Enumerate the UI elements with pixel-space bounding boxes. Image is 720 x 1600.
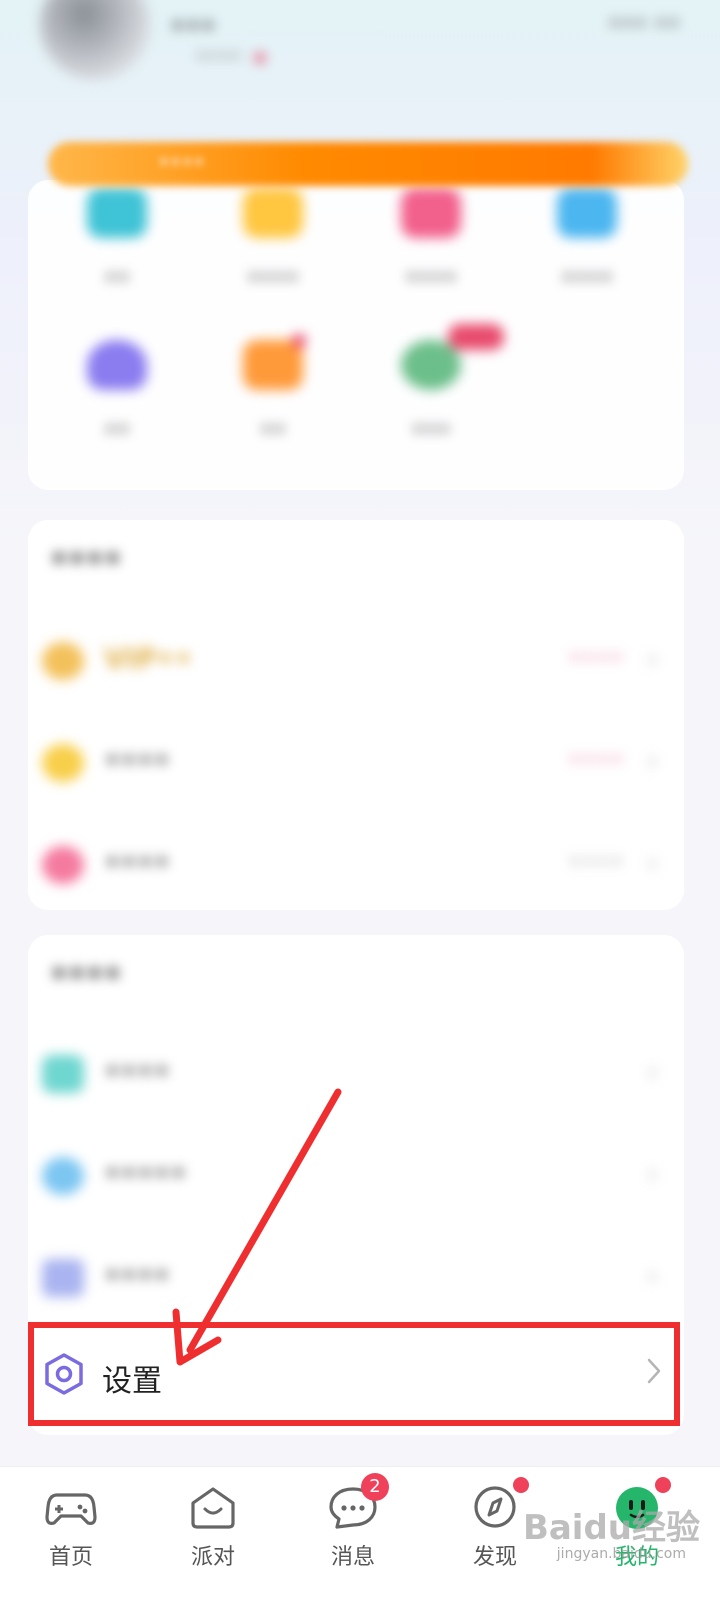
shortcut-icon bbox=[401, 188, 461, 238]
coin-icon bbox=[42, 744, 84, 782]
watermark-url: jingyan.baidu.com bbox=[556, 1546, 686, 1562]
nav-label: 首页 bbox=[48, 1545, 93, 1570]
service-row[interactable]: •••• •••• › bbox=[28, 710, 684, 810]
shortcut-label: •••• bbox=[247, 266, 299, 291]
shortcut-item[interactable]: •• bbox=[42, 340, 192, 443]
notification-dot bbox=[513, 1477, 529, 1493]
sub-info-dot bbox=[254, 53, 265, 63]
shortcut-item[interactable]: •• bbox=[42, 188, 192, 291]
id-card-icon bbox=[42, 1259, 84, 1297]
shortcut-label: •• bbox=[104, 266, 130, 291]
shortcut-icon bbox=[243, 188, 303, 238]
shortcut-item[interactable]: •••• bbox=[356, 188, 506, 291]
row-value: •••• bbox=[567, 746, 624, 774]
shortcut-label: •• bbox=[260, 418, 286, 443]
hot-services-card: •••• VIP•• •••• › •••• •••• › •••• •••• … bbox=[28, 520, 684, 910]
chevron-right-icon: › bbox=[646, 846, 658, 879]
nav-item-party[interactable]: 派对 bbox=[158, 1483, 268, 1571]
message-icon: 2 bbox=[327, 1473, 389, 1531]
feature-row[interactable]: •••• › bbox=[28, 1225, 684, 1325]
row-label: VIP•• bbox=[104, 642, 193, 675]
header-top-right[interactable]: ••• •• bbox=[608, 12, 680, 37]
unread-count-badge: 2 bbox=[361, 1473, 389, 1501]
gamepad-icon bbox=[45, 1483, 97, 1531]
feature-icon bbox=[42, 1055, 84, 1093]
row-label: •••• bbox=[104, 846, 171, 879]
username[interactable]: ••• bbox=[170, 12, 216, 42]
nav-item-home[interactable]: 首页 bbox=[16, 1483, 126, 1571]
chevron-right-icon: › bbox=[646, 1055, 658, 1088]
notification-dot bbox=[655, 1477, 671, 1493]
service-row[interactable]: VIP•• •••• › bbox=[28, 608, 684, 708]
banner-text: •••• bbox=[158, 150, 206, 174]
row-value: •••• bbox=[567, 644, 624, 672]
shortcut-item[interactable]: •••• bbox=[512, 188, 662, 291]
compass-icon bbox=[469, 1477, 529, 1531]
nav-label: 派对 bbox=[190, 1545, 235, 1570]
service-row[interactable]: •••• •••• › bbox=[28, 812, 684, 912]
invite-icon bbox=[42, 846, 84, 884]
notification-dot bbox=[292, 334, 306, 348]
feature-row[interactable]: •••• › bbox=[28, 1021, 684, 1121]
shortcut-icon bbox=[557, 188, 617, 238]
shortcut-item[interactable]: •• bbox=[198, 334, 348, 443]
party-icon bbox=[187, 1483, 239, 1531]
chevron-right-icon: › bbox=[646, 744, 658, 777]
shortcut-icon bbox=[87, 340, 147, 390]
shortcut-card: •• •••• •••• •••• •• •• ••• bbox=[28, 180, 684, 490]
shortcut-label: ••• bbox=[411, 418, 451, 443]
shortcut-icon bbox=[243, 340, 303, 390]
chevron-right-icon: › bbox=[646, 1157, 658, 1190]
shortcut-icon bbox=[87, 188, 147, 238]
row-label: •••• bbox=[104, 1259, 171, 1292]
shortcut-label: •••• bbox=[405, 266, 457, 291]
row-label: ••••• bbox=[104, 1157, 187, 1190]
row-value: •••• bbox=[567, 848, 624, 876]
new-badge bbox=[448, 324, 504, 350]
feature-row[interactable]: ••••• › bbox=[28, 1123, 684, 1223]
profile-sub-info: •••• bbox=[195, 44, 265, 68]
shortcut-item[interactable]: •••• bbox=[198, 188, 348, 291]
nav-label: 消息 bbox=[330, 1545, 375, 1570]
shortcut-item[interactable]: ••• bbox=[356, 324, 506, 443]
profile-sub-text: •••• bbox=[195, 44, 243, 68]
highlight-box bbox=[28, 1322, 680, 1426]
chevron-right-icon: › bbox=[646, 642, 658, 675]
promo-banner[interactable]: •••• bbox=[48, 142, 688, 186]
help-icon bbox=[42, 1157, 84, 1195]
chevron-right-icon: › bbox=[646, 1259, 658, 1292]
shortcut-label: •••• bbox=[561, 266, 613, 291]
crown-icon bbox=[42, 642, 84, 680]
nav-item-messages[interactable]: 2 消息 bbox=[298, 1473, 408, 1571]
row-label: •••• bbox=[104, 744, 171, 777]
watermark: Baidu经验 bbox=[522, 1508, 700, 1548]
section-title: •••• bbox=[50, 957, 122, 990]
row-label: •••• bbox=[104, 1055, 171, 1088]
section-title: •••• bbox=[50, 542, 122, 575]
shortcut-label: •• bbox=[104, 418, 130, 443]
